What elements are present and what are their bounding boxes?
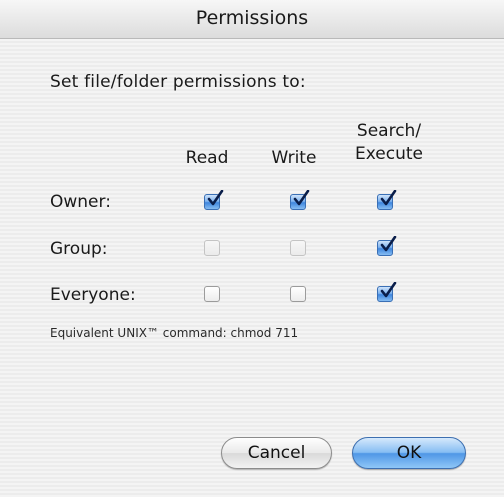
checkbox-group-read[interactable] — [204, 240, 220, 256]
dialog-body — [0, 39, 504, 497]
checkbox-group-execute[interactable] — [377, 236, 397, 256]
cancel-button[interactable]: Cancel — [221, 437, 332, 469]
checkmark-icon — [380, 236, 397, 252]
ok-button[interactable]: OK — [352, 437, 466, 469]
unix-command-text: Equivalent UNIX™ command: chmod 711 — [50, 326, 299, 340]
title-bar[interactable]: Permissions — [0, 0, 504, 39]
row-label-everyone: Everyone: — [50, 285, 136, 305]
checkbox-owner-read[interactable] — [204, 190, 224, 210]
column-header-read: Read — [185, 148, 229, 168]
permissions-heading: Set file/folder permissions to: — [50, 72, 306, 92]
window-title: Permissions — [195, 7, 309, 29]
checkbox-everyone-execute[interactable] — [377, 282, 397, 302]
permissions-dialog: Permissions Set file/folder permissions … — [0, 0, 504, 497]
column-header-search-execute: Search/ Execute — [344, 120, 434, 166]
column-header-write: Write — [271, 148, 317, 168]
checkbox-everyone-write[interactable] — [290, 286, 306, 302]
checkmark-icon — [293, 190, 310, 206]
checkbox-group-write[interactable] — [290, 240, 306, 256]
checkmark-icon — [207, 190, 224, 206]
row-label-owner: Owner: — [50, 192, 111, 212]
checkbox-owner-write[interactable] — [290, 190, 310, 210]
column-header-execute-line: Execute — [355, 144, 423, 164]
checkbox-everyone-read[interactable] — [204, 286, 220, 302]
checkmark-icon — [380, 282, 397, 298]
checkbox-owner-execute[interactable] — [377, 190, 397, 210]
column-header-search-line: Search/ — [356, 121, 422, 141]
checkmark-icon — [380, 190, 397, 206]
row-label-group: Group: — [50, 239, 108, 259]
